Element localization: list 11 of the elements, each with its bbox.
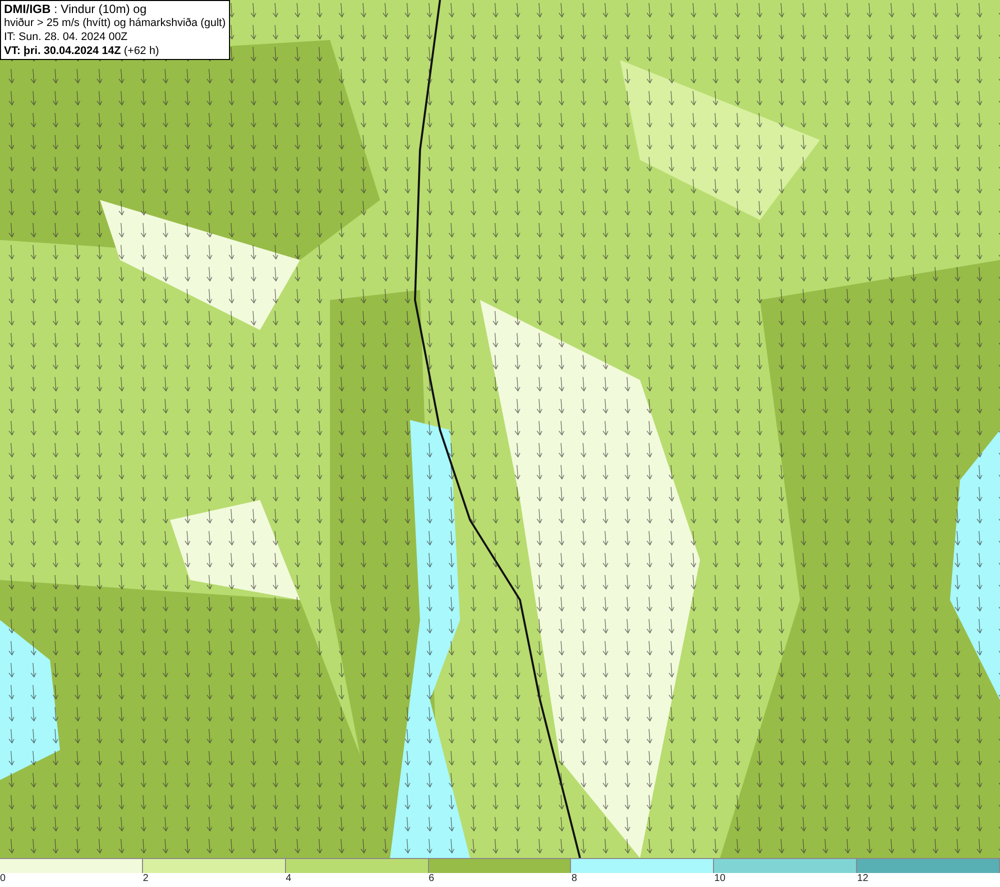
info-line: VT: þri. 30.04.2024 14Z (+62 h) [4, 44, 160, 58]
info-line: IT: Sun. 28. 04. 2024 00Z [4, 30, 129, 44]
legend-tick-label: 0 [0, 873, 6, 884]
legend-tick-label: 2 [142, 873, 148, 884]
info-line: hviður > 25 m/s (hvítt) og hámarkshviða (gult) [4, 16, 226, 30]
legend-tick-label: 6 [428, 873, 434, 884]
legend-tick-label: 4 [286, 873, 292, 884]
legend-tick-label: 10 [714, 873, 726, 884]
info-line: DMI/IGB : Vindur (10m) og [4, 2, 148, 16]
legend-tick-label: 12 [857, 873, 868, 884]
legend-tick-label: 8 [571, 873, 577, 884]
